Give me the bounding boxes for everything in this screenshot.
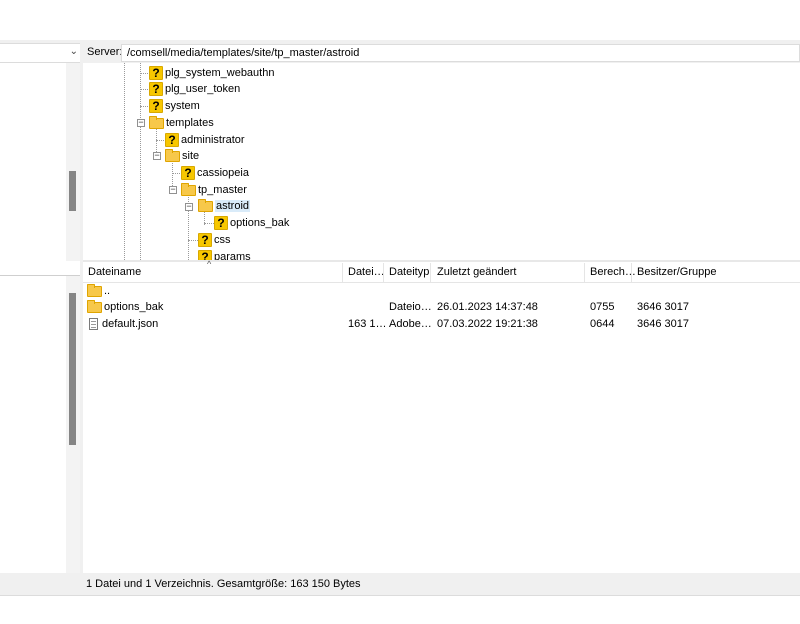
folder-icon <box>87 284 102 298</box>
tree-node[interactable]: tp_master <box>181 182 247 198</box>
file-name: options_bak <box>104 301 164 313</box>
table-row[interactable]: options_bak Dateio… 26.01.2023 14:37:48 … <box>83 299 800 316</box>
file-icon <box>89 318 98 331</box>
server-path-input[interactable]: /comsell/media/templates/site/tp_master/… <box>121 44 800 62</box>
local-tree-scrollbar[interactable] <box>66 63 80 261</box>
top-panel <box>0 0 800 40</box>
tree-node[interactable]: ? plg_user_token <box>149 81 240 97</box>
tree-node[interactable]: ? plg_system_webauthn <box>149 65 274 81</box>
tree-node[interactable]: ? params <box>198 249 251 260</box>
folder-icon <box>165 149 180 163</box>
file-type: Dateio… <box>389 301 432 313</box>
tree-connector <box>140 73 148 74</box>
table-row[interactable]: default.json 163 1… Adobe… 07.03.2022 19… <box>83 316 800 333</box>
tree-connector <box>140 89 148 90</box>
tree-node[interactable]: ? cassiopeia <box>181 165 249 181</box>
local-path-combo[interactable]: ⌄ <box>0 43 82 63</box>
tree-guide-line <box>124 63 125 260</box>
column-header-owner[interactable]: Besitzer/Gruppe <box>637 266 716 278</box>
column-header-filename[interactable]: Dateiname <box>88 266 141 278</box>
tree-connector <box>172 173 180 174</box>
folder-icon <box>149 116 164 130</box>
collapse-toggle[interactable]: − <box>169 185 177 194</box>
file-owner: 3646 3017 <box>637 301 689 313</box>
tree-connector <box>188 240 198 241</box>
question-folder-icon: ? <box>149 66 163 81</box>
column-header-filesize[interactable]: Datei… <box>348 266 385 278</box>
local-list-header <box>0 261 82 276</box>
file-type: Adobe… <box>389 318 432 330</box>
chevron-down-icon[interactable]: ⌄ <box>70 46 78 57</box>
server-label: Server: <box>87 46 123 58</box>
tree-node[interactable]: templates <box>149 115 214 131</box>
question-folder-icon: ? <box>149 82 163 97</box>
tree-node[interactable]: ? options_bak <box>214 215 289 231</box>
server-path-bar: Server: /comsell/media/templates/site/tp… <box>83 43 800 63</box>
sort-ascending-icon: ^ <box>207 259 212 269</box>
file-list-header: ^ Dateiname Datei… Dateityp Zuletzt geän… <box>83 259 800 283</box>
tree-node[interactable]: ? administrator <box>165 132 245 148</box>
file-name: default.json <box>102 318 159 330</box>
file-size: 163 1… <box>348 318 387 330</box>
folder-icon <box>198 199 213 213</box>
remote-file-list[interactable]: .. options_bak Dateio… 26.01.2023 14:37:… <box>83 283 800 573</box>
tree-connector <box>204 223 214 224</box>
tree-node-selected[interactable]: astroid <box>198 198 251 214</box>
scrollbar-thumb[interactable] <box>69 171 76 211</box>
table-row[interactable]: .. <box>83 283 800 300</box>
question-folder-icon: ? <box>165 133 179 148</box>
folder-icon <box>87 300 102 314</box>
file-owner: 3646 3017 <box>637 318 689 330</box>
file-modified: 26.01.2023 14:37:48 <box>437 301 538 313</box>
question-folder-icon: ? <box>214 216 228 231</box>
collapse-toggle[interactable]: − <box>153 151 161 160</box>
column-divider[interactable] <box>430 263 431 283</box>
question-folder-icon: ? <box>198 233 212 248</box>
column-header-modified[interactable]: Zuletzt geändert <box>437 266 517 278</box>
remote-directory-tree[interactable]: − − − − ? plg_system_webauthn ? plg_user_t… <box>83 63 800 262</box>
remote-status-bar: 1 Datei und 1 Verzeichnis. Gesamtgröße: … <box>83 573 800 595</box>
column-divider[interactable] <box>383 263 384 283</box>
tree-connector <box>140 106 148 107</box>
tree-node[interactable]: ? css <box>198 232 231 248</box>
column-divider[interactable] <box>342 263 343 283</box>
column-header-permissions[interactable]: Berech… <box>590 266 636 278</box>
transfer-queue-panel <box>0 596 800 624</box>
folder-icon <box>181 183 196 197</box>
column-header-filetype[interactable]: Dateityp <box>389 266 429 278</box>
question-folder-icon: ? <box>149 99 163 114</box>
tree-guide-line <box>140 63 141 260</box>
file-permissions: 0755 <box>590 301 615 313</box>
file-permissions: 0644 <box>590 318 615 330</box>
tree-node[interactable]: site <box>165 148 199 164</box>
local-status-bar <box>0 573 82 595</box>
tree-connector <box>156 140 164 141</box>
local-list-scrollbar[interactable] <box>66 276 80 573</box>
column-divider[interactable] <box>631 263 632 283</box>
tree-node[interactable]: ? system <box>149 98 200 114</box>
scrollbar-thumb[interactable] <box>69 293 76 445</box>
collapse-toggle[interactable]: − <box>185 202 193 211</box>
file-modified: 07.03.2022 19:21:38 <box>437 318 538 330</box>
collapse-toggle[interactable]: − <box>137 118 145 127</box>
column-divider[interactable] <box>584 263 585 283</box>
question-folder-icon: ? <box>181 166 195 181</box>
